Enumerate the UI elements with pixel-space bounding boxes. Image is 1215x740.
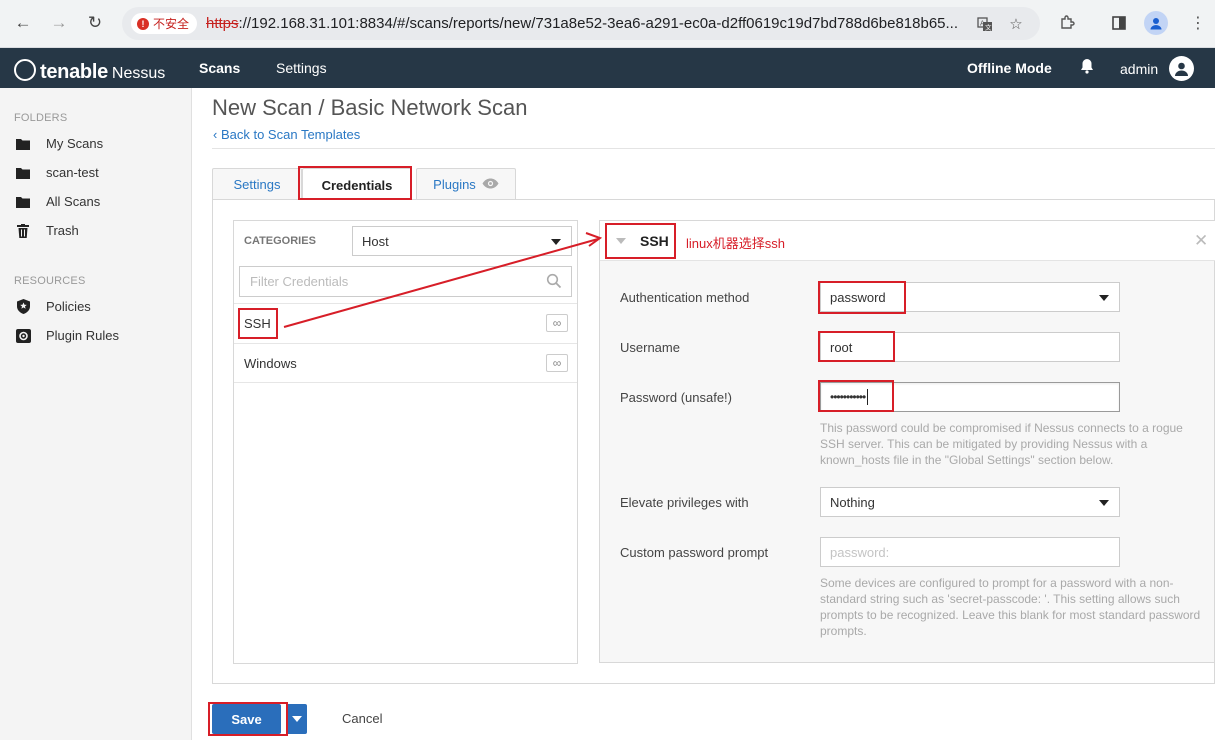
list-divider <box>234 382 577 383</box>
text-cursor <box>867 389 869 405</box>
elevate-label: Elevate privileges with <box>620 495 749 510</box>
browser-toolbar: ← → ↻ ! 不安全 https://192.168.31.101:8834/… <box>0 0 1215 48</box>
extensions-icon[interactable] <box>1054 10 1080 36</box>
title-divider <box>212 148 1215 149</box>
credential-item-label: Windows <box>244 356 297 371</box>
nav-settings[interactable]: Settings <box>276 60 327 76</box>
sidebar-item-label: scan-test <box>46 165 99 180</box>
chevron-down-icon <box>292 716 302 722</box>
close-icon[interactable]: ✕ <box>1194 231 1208 251</box>
save-options-dropdown[interactable] <box>286 704 307 734</box>
sidebar-item-label: My Scans <box>46 136 104 151</box>
category-select-value: Host <box>362 233 389 249</box>
elevate-select[interactable]: Nothing <box>820 487 1120 517</box>
password-label: Password (unsafe!) <box>620 390 732 405</box>
password-help-text: This password could be compromised if Ne… <box>820 421 1183 467</box>
category-select[interactable]: Host <box>352 226 572 256</box>
chevron-down-icon <box>551 239 561 245</box>
credential-item-ssh[interactable]: SSH ∞ <box>234 303 577 343</box>
custom-prompt-field[interactable] <box>820 537 1120 567</box>
categories-label: CATEGORIES <box>244 235 316 247</box>
folder-icon <box>14 196 32 208</box>
user-avatar-icon[interactable] <box>1169 56 1194 81</box>
user-name[interactable]: admin <box>1120 61 1158 77</box>
auth-method-value: password <box>830 289 886 305</box>
infinity-badge: ∞ <box>546 354 568 372</box>
forward-arrow-icon[interactable]: → <box>46 10 72 36</box>
annotation-text: linux机器选择ssh <box>686 236 785 251</box>
bookmark-star-icon[interactable]: ☆ <box>1005 13 1027 35</box>
back-to-templates-link[interactable]: ‹ Back to Scan Templates <box>213 127 360 142</box>
folders-heading: FOLDERS <box>14 112 68 124</box>
browser-menu-icon[interactable]: ⋮ <box>1185 10 1211 36</box>
logo-product: Nessus <box>111 65 166 82</box>
elevate-value: Nothing <box>830 494 875 510</box>
credential-item-label: SSH <box>244 316 271 331</box>
sidebar-item-label: Plugin Rules <box>46 328 119 343</box>
url-scheme: https <box>206 15 239 32</box>
bell-icon[interactable] <box>1080 58 1094 78</box>
sidebar-item-plugin-rules[interactable]: Plugin Rules <box>14 328 119 343</box>
auth-method-label: Authentication method <box>620 290 750 305</box>
chevron-down-icon <box>1099 295 1109 301</box>
resources-heading: RESOURCES <box>14 275 86 287</box>
insecure-label: 不安全 <box>153 17 190 31</box>
url-text[interactable]: https://192.168.31.101:8834/#/scans/repo… <box>206 15 976 32</box>
insecure-badge[interactable]: ! 不安全 <box>131 13 198 34</box>
page-title: New Scan / Basic Network Scan <box>212 95 528 120</box>
sidebar: FOLDERS My Scans scan-test All Scans Tra… <box>0 88 192 740</box>
username-field[interactable] <box>820 332 1120 362</box>
tenable-ring-icon <box>14 59 36 81</box>
address-bar[interactable]: ! 不安全 https://192.168.31.101:8834/#/scan… <box>122 7 1040 40</box>
nav-scans[interactable]: Scans <box>199 60 240 76</box>
tab-settings[interactable]: Settings <box>212 168 302 200</box>
back-link-label: Back to Scan Templates <box>220 127 361 142</box>
translate-icon[interactable]: A文 <box>974 13 996 35</box>
search-icon[interactable] <box>546 273 562 289</box>
tenable-nessus-logo[interactable]: tenable Nessus <box>14 56 165 84</box>
cancel-link[interactable]: Cancel <box>342 711 382 726</box>
sidebar-item-all-scans[interactable]: All Scans <box>14 194 100 209</box>
auth-method-select[interactable]: password <box>820 282 1120 312</box>
password-field[interactable]: ••••••••••• <box>820 382 1120 412</box>
url-rest: ://192.168.31.101:8834/#/scans/reports/n… <box>238 15 959 32</box>
chevron-left-icon: ‹ <box>213 127 218 142</box>
back-arrow-icon[interactable]: ← <box>10 10 36 36</box>
sidebar-item-label: Trash <box>46 223 79 238</box>
sidebar-item-scan-test[interactable]: scan-test <box>14 165 99 180</box>
sidebar-item-my-scans[interactable]: My Scans <box>14 136 103 151</box>
sidebar-item-label: Policies <box>46 299 91 314</box>
sidebar-item-policies[interactable]: Policies <box>14 299 91 314</box>
chevron-down-icon <box>1099 500 1109 506</box>
svg-text:文: 文 <box>985 23 992 32</box>
tab-credentials[interactable]: Credentials <box>302 168 412 201</box>
collapse-triangle-icon[interactable] <box>616 238 626 244</box>
trash-icon <box>14 223 32 238</box>
username-label: Username <box>620 340 680 355</box>
tab-plugins[interactable]: Plugins <box>416 168 516 200</box>
sidebar-item-label: All Scans <box>46 194 101 209</box>
warning-icon: ! <box>137 17 149 30</box>
shield-icon <box>14 299 32 314</box>
password-dots: ••••••••••• <box>830 390 866 404</box>
offline-mode-label: Offline Mode <box>967 60 1052 76</box>
reload-icon[interactable]: ↻ <box>82 10 108 36</box>
logo-brand: tenable <box>40 61 108 83</box>
sidebar-item-trash[interactable]: Trash <box>14 223 79 238</box>
save-button[interactable]: Save <box>212 704 281 734</box>
side-panel-icon[interactable] <box>1106 10 1132 36</box>
plugin-rules-icon <box>14 328 32 343</box>
tab-plugins-label: Plugins <box>433 177 476 192</box>
filter-credentials-input[interactable] <box>239 266 572 297</box>
eye-icon <box>482 177 499 192</box>
folder-icon <box>14 138 32 150</box>
custom-prompt-help-text: Some devices are configured to prompt fo… <box>820 576 1201 638</box>
folder-icon <box>14 167 32 179</box>
custom-prompt-label: Custom password prompt <box>620 545 769 560</box>
ssh-title: SSH <box>640 233 669 249</box>
app-header: tenable Nessus Scans Settings Offline Mo… <box>0 48 1215 88</box>
profile-avatar[interactable] <box>1144 11 1168 35</box>
infinity-badge: ∞ <box>546 314 568 332</box>
credential-item-windows[interactable]: Windows ∞ <box>234 343 577 383</box>
